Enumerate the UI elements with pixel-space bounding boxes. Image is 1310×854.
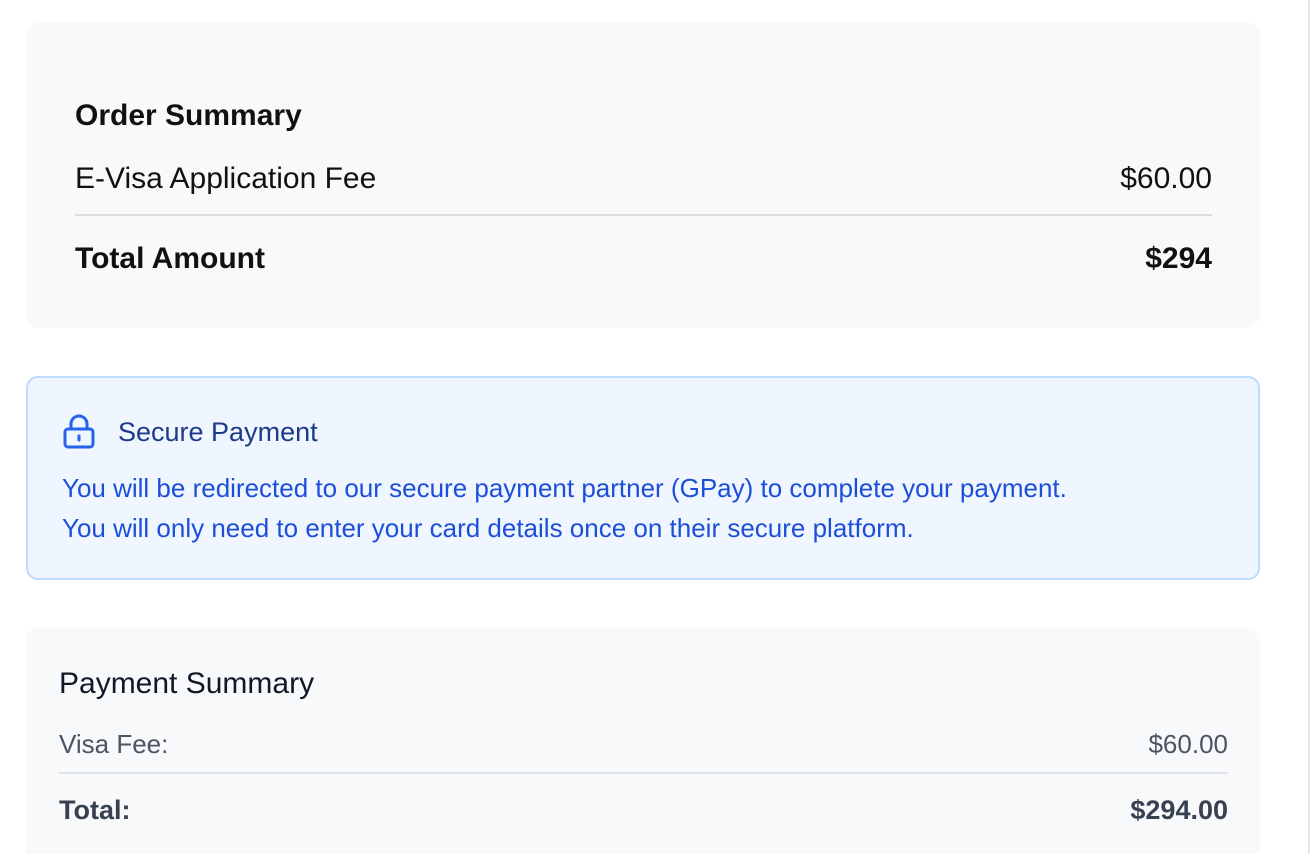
page: Order Summary E-Visa Application Fee $60… [0, 0, 1310, 854]
lock-icon [62, 414, 96, 450]
order-summary-card: Order Summary E-Visa Application Fee $60… [26, 22, 1260, 328]
payment-total-label: Total: [59, 794, 131, 825]
order-item-label: E-Visa Application Fee [75, 162, 377, 195]
payment-summary-row: Visa Fee: $60.00 [59, 726, 1228, 762]
secure-payment-line: You will be redirected to our secure pay… [62, 473, 1067, 503]
payment-item-amount: $60.00 [1148, 728, 1228, 759]
order-summary-row: E-Visa Application Fee $60.00 [75, 156, 1212, 202]
payment-item-label: Visa Fee: [59, 728, 169, 759]
order-total-amount: $294 [1145, 242, 1212, 275]
order-summary-divider [75, 214, 1212, 216]
payment-total-amount: $294.00 [1130, 794, 1228, 825]
order-total-label: Total Amount [75, 242, 265, 275]
payment-total-row: Total: $294.00 [59, 792, 1228, 828]
payment-summary-card: Payment Summary Visa Fee: $60.00 Total: … [26, 628, 1260, 854]
secure-payment-header: Secure Payment [62, 414, 318, 450]
secure-payment-notice: Secure Payment You will be redirected to… [26, 376, 1260, 580]
order-item-amount: $60.00 [1120, 162, 1212, 195]
secure-payment-message: You will be redirected to our secure pay… [62, 468, 1232, 548]
secure-payment-line: You will only need to enter your card de… [62, 513, 914, 543]
payment-summary-title: Payment Summary [59, 667, 315, 700]
secure-payment-title: Secure Payment [118, 417, 318, 447]
payment-summary-divider [59, 772, 1228, 774]
order-summary-title: Order Summary [75, 99, 302, 132]
order-total-row: Total Amount $294 [75, 236, 1212, 282]
